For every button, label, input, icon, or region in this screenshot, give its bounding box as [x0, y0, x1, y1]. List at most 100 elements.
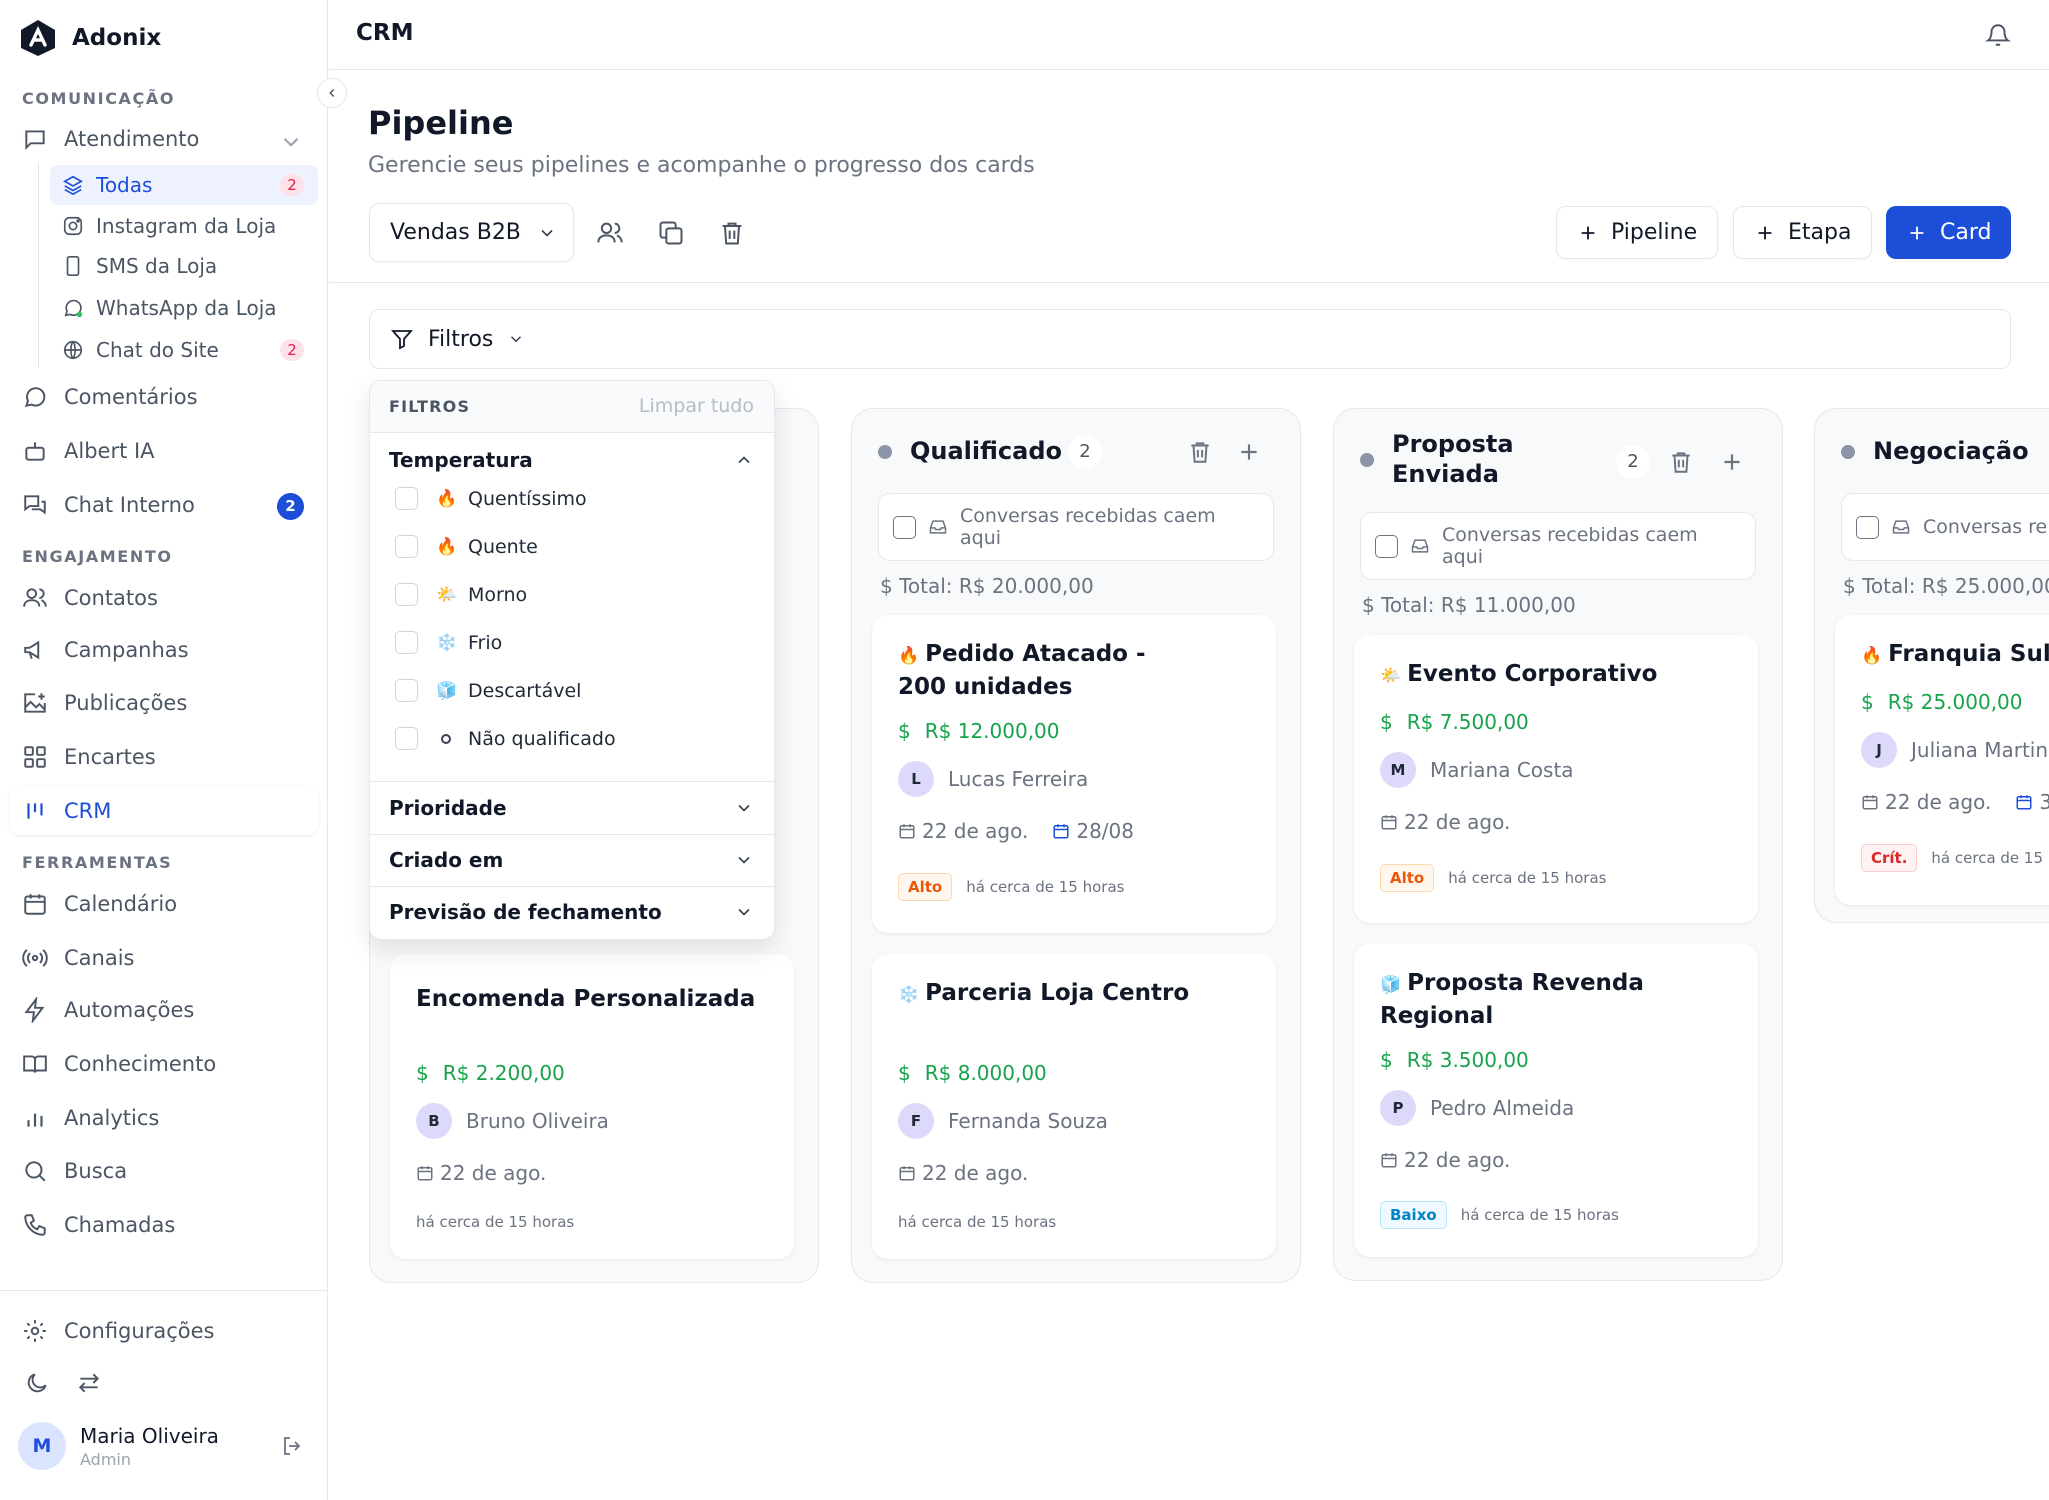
deal-card[interactable]: 🔥 Pedido Atacado - 200 unidades $ R$ 12.0… — [872, 615, 1276, 933]
sidebar-item-calendario[interactable]: Calendário — [10, 880, 318, 928]
copy-icon[interactable] — [657, 219, 685, 247]
chevron-down-icon[interactable] — [734, 798, 754, 818]
sidebar-item-busca[interactable]: Busca — [10, 1147, 318, 1195]
sidebar-item-albert-ia[interactable]: Albert IA — [10, 427, 318, 475]
sidebar-item-label: Configurações — [64, 1319, 215, 1343]
trash-icon[interactable] — [718, 219, 746, 247]
deal-card[interactable]: 🧊 Proposta Revenda Regional $ R$ 3.500,00… — [1354, 944, 1758, 1257]
sidebar-item-atendimento[interactable]: Atendimento — [10, 115, 318, 163]
checkbox[interactable] — [395, 727, 418, 750]
checkbox[interactable] — [395, 583, 418, 606]
sidebar-subitem-chat-do-site[interactable]: Chat do Site 2 — [50, 330, 318, 370]
deal-card[interactable]: 🌤️ Evento Corporativo $ R$ 7.500,00 M Mar… — [1354, 635, 1758, 923]
sidebar-item-crm[interactable]: CRM — [10, 787, 318, 835]
sidebar-item-label: Canais — [64, 946, 135, 970]
card-meta: Alto há cerca de 15 horas — [1380, 864, 1606, 892]
inbox-toggle[interactable]: Conversas recebidas caem aqui — [878, 493, 1274, 561]
sidebar-collapse-button[interactable] — [317, 78, 347, 108]
checkbox[interactable] — [395, 535, 418, 558]
filter-option-frio[interactable]: ❄️ Frio — [395, 631, 502, 654]
add-stage-button[interactable]: Etapa — [1733, 206, 1873, 259]
inbox-toggle[interactable]: Conversas re — [1841, 493, 2049, 561]
card-value: $ R$ 2.200,00 — [416, 1061, 565, 1085]
inbox-toggle[interactable]: Conversas recebidas caem aqui — [1360, 512, 1756, 580]
avatar: J — [1861, 732, 1897, 768]
sidebar-subitem-whatsapp[interactable]: WhatsApp da Loja — [50, 288, 318, 328]
clear-filters-button[interactable]: Limpar tudo — [639, 395, 754, 417]
sidebar-item-encartes[interactable]: Encartes — [10, 733, 318, 781]
sidebar-item-publicacoes[interactable]: Publicações — [10, 679, 318, 727]
card-owner: F Fernanda Souza — [898, 1103, 1108, 1139]
calendar-icon — [24, 894, 46, 915]
sidebar-item-canais[interactable]: Canais — [10, 934, 318, 982]
filter-section-prioridade[interactable]: Prioridade — [389, 796, 507, 820]
deal-card[interactable]: ❄️ Parceria Loja Centro $ R$ 8.000,00 F F… — [872, 954, 1276, 1259]
switch-arrows-icon[interactable] — [76, 1370, 102, 1396]
deal-card[interactable]: Encomenda Personalizada $ R$ 2.200,00 B … — [390, 954, 794, 1259]
filter-section-criado-em[interactable]: Criado em — [389, 848, 503, 872]
sidebar-subitem-label: Instagram da Loja — [96, 214, 277, 238]
pipeline-select[interactable]: Vendas B2B — [369, 203, 574, 262]
brand[interactable]: Adonix — [18, 18, 161, 58]
sidebar-subitem-sms[interactable]: SMS da Loja — [50, 246, 318, 286]
temperature-emoji: 🧊 — [1380, 975, 1402, 995]
moon-icon[interactable] — [24, 1370, 50, 1396]
checkbox[interactable] — [395, 631, 418, 654]
sidebar-item-contatos[interactable]: Contatos — [10, 574, 318, 622]
user-profile[interactable]: M Maria Oliveira Admin — [18, 1422, 219, 1470]
trash-icon[interactable] — [1187, 439, 1213, 465]
sidebar-item-conhecimento[interactable]: Conhecimento — [10, 1040, 318, 1088]
filters-dropdown-title: FILTROS — [389, 397, 471, 416]
calendar-due-icon — [1053, 824, 1069, 839]
pipeline-column-negociacao: Negociação Conversas re $ Total: R$ 25.0… — [1814, 408, 2049, 923]
filter-option-morno[interactable]: 🌤️ Morno — [395, 583, 527, 606]
chevron-down-icon[interactable] — [734, 850, 754, 870]
card-value-text: R$ 8.000,00 — [924, 1061, 1047, 1085]
sidebar-item-chat-interno[interactable]: Chat Interno 2 — [10, 481, 318, 529]
chevron-left-icon — [329, 88, 335, 98]
logout-icon[interactable] — [280, 1434, 304, 1458]
sidebar-item-configuracoes[interactable]: Configurações — [10, 1307, 318, 1355]
bell-icon[interactable] — [1985, 22, 2011, 48]
filter-option-descartavel[interactable]: 🧊 Descartável — [395, 679, 581, 702]
chevron-up-icon[interactable] — [734, 450, 754, 470]
dollar-icon: $ — [1861, 690, 1874, 714]
plus-icon[interactable] — [1719, 449, 1745, 475]
chevron-down-icon[interactable] — [734, 902, 754, 922]
filters-toggle[interactable]: Filtros — [369, 309, 2011, 369]
add-pipeline-button[interactable]: Pipeline — [1556, 206, 1719, 259]
filter-option-quente[interactable]: 🔥 Quente — [395, 535, 538, 558]
chevron-down-icon — [541, 229, 553, 237]
sidebar-item-automacoes[interactable]: Automações — [10, 986, 318, 1034]
sidebar-item-analytics[interactable]: Analytics — [10, 1094, 318, 1142]
inbox-checkbox[interactable] — [1856, 515, 1879, 539]
inbox-checkbox[interactable] — [893, 515, 916, 539]
deal-card[interactable]: 🔥 Franquia Sul $ R$ 25.000,00 J Juliana M… — [1835, 615, 2049, 905]
filter-section-temperatura[interactable]: Temperatura — [389, 448, 533, 472]
checkbox[interactable] — [395, 487, 418, 510]
filter-option-nao-qualificado[interactable]: Não qualificado — [395, 727, 616, 750]
priority-badge: Alto — [898, 873, 953, 901]
sidebar-subitem-instagram[interactable]: Instagram da Loja — [50, 206, 318, 246]
message-circle-icon — [24, 387, 46, 407]
card-meta: Crít. há cerca de 15 — [1861, 844, 2043, 872]
inbox-checkbox[interactable] — [1375, 534, 1398, 558]
trash-icon[interactable] — [1668, 449, 1694, 475]
plus-icon[interactable] — [1236, 439, 1262, 465]
card-owner-name: Juliana Martins — [1911, 738, 2049, 762]
plus-icon — [1581, 226, 1595, 239]
card-updated: há cerca de 15 horas — [1448, 869, 1607, 887]
add-card-button[interactable]: Card — [1886, 206, 2012, 259]
card-meta: há cerca de 15 horas — [898, 1213, 1056, 1231]
card-date: 22 de ago. — [922, 819, 1029, 843]
sidebar-item-chamadas[interactable]: Chamadas — [10, 1201, 318, 1249]
sidebar-subitem-todas[interactable]: Todas 2 — [50, 165, 318, 205]
filter-option-label: Frio — [468, 631, 503, 654]
sidebar-item-campanhas[interactable]: Campanhas — [10, 626, 318, 674]
users-icon[interactable] — [596, 219, 624, 247]
filter-option-quentissimo[interactable]: 🔥 Quentíssimo — [395, 487, 587, 510]
sidebar-item-label: Atendimento — [64, 127, 200, 151]
checkbox[interactable] — [395, 679, 418, 702]
filter-section-previsao-fechamento[interactable]: Previsão de fechamento — [389, 900, 662, 924]
sidebar-item-comentarios[interactable]: Comentários — [10, 373, 318, 421]
